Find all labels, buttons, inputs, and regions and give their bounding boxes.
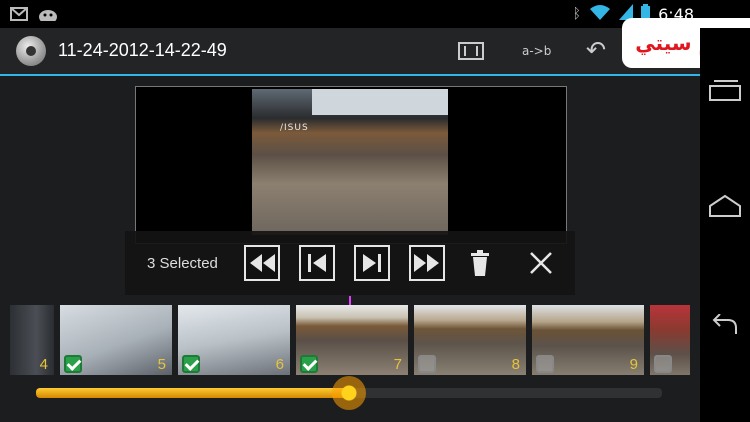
checkbox-unchecked[interactable]	[654, 355, 672, 373]
frame-number: 6	[275, 356, 284, 373]
skip-to-end-button[interactable]	[354, 245, 390, 281]
undo-icon[interactable]: ↶	[586, 36, 606, 64]
filmstrip-icon[interactable]	[458, 42, 484, 60]
action-bar: 11-24-2012-14-22-49 a->b ↶	[0, 28, 700, 76]
frame-thumbnail[interactable]: 6	[178, 305, 290, 375]
rewind-icon	[250, 254, 275, 272]
frame-thumbnail[interactable]	[650, 305, 690, 375]
bluetooth-icon: ᛒ	[572, 6, 582, 22]
checkbox-unchecked[interactable]	[418, 355, 436, 373]
frame-thumbnail[interactable]: 8	[414, 305, 526, 375]
android-debug-icon	[38, 6, 58, 25]
seek-slider-thumb[interactable]	[332, 376, 366, 410]
fast-forward-button[interactable]	[409, 245, 445, 281]
film-reel-icon[interactable]	[16, 36, 46, 66]
frame-number: 7	[393, 356, 402, 373]
close-button[interactable]	[523, 245, 559, 281]
gmail-icon	[10, 6, 28, 25]
frame-number: 8	[511, 356, 520, 373]
video-preview[interactable]: /ISUS	[135, 86, 567, 244]
frame-thumbnail[interactable]: 5	[60, 305, 172, 375]
close-icon	[530, 252, 552, 274]
checkbox-checked[interactable]	[64, 355, 82, 373]
rewind-button[interactable]	[244, 245, 280, 281]
skip-to-start-button[interactable]	[299, 245, 335, 281]
frame-thumbnail[interactable]: 7	[296, 305, 408, 375]
ab-button[interactable]: a->b	[522, 44, 551, 58]
recent-apps-icon[interactable]	[708, 78, 742, 106]
skip-start-icon	[308, 254, 326, 272]
page-title: 11-24-2012-14-22-49	[58, 40, 227, 60]
preview-frame-image: /ISUS	[252, 89, 448, 235]
laptop-brand-graphic: /ISUS	[280, 123, 309, 133]
selection-toolbar: 3 Selected	[125, 231, 575, 295]
seek-slider-fill	[36, 388, 349, 398]
checkbox-checked[interactable]	[300, 355, 318, 373]
frame-number: 4	[39, 356, 48, 373]
fast-forward-icon	[414, 254, 439, 272]
checkbox-unchecked[interactable]	[536, 355, 554, 373]
laptop-screen-graphic	[312, 89, 448, 115]
back-icon[interactable]	[708, 313, 742, 342]
checkbox-checked[interactable]	[182, 355, 200, 373]
delete-button[interactable]	[465, 245, 495, 281]
frame-thumbnail[interactable]: 4	[10, 305, 54, 375]
wifi-icon	[589, 4, 611, 24]
seek-slider[interactable]	[36, 376, 662, 410]
navigation-bar	[700, 28, 750, 422]
frame-number: 5	[157, 356, 166, 373]
skip-end-icon	[363, 254, 381, 272]
frame-thumbnail[interactable]: 9	[532, 305, 644, 375]
selected-count: 3 Selected	[147, 255, 218, 272]
trash-icon	[471, 250, 489, 276]
frame-number: 9	[629, 356, 638, 373]
home-icon[interactable]	[708, 194, 742, 222]
filmstrip: 4 5 6 7 8 9	[10, 305, 692, 375]
